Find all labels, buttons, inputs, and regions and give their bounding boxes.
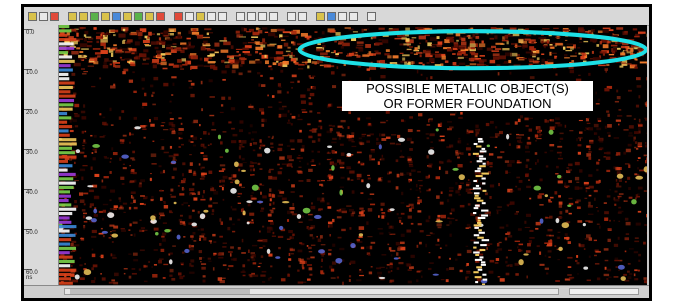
ruler-tick-label: 20.0 — [26, 110, 38, 116]
ruler-tick-label: 0.0 — [26, 30, 35, 36]
grid-icon[interactable] — [338, 11, 347, 21]
ruler-unit-label: ns — [26, 275, 33, 281]
view-icon-3[interactable] — [258, 11, 267, 21]
tool-icon-13[interactable] — [207, 11, 216, 21]
tool-icon-8[interactable] — [145, 11, 154, 21]
tool-icon-7[interactable] — [134, 11, 143, 21]
ruler-tick-label: 40.0 — [26, 190, 38, 196]
annotation-line-2: OR FORMER FOUNDATION — [383, 96, 552, 111]
save-icon[interactable] — [39, 11, 48, 21]
stop-icon[interactable] — [50, 11, 59, 21]
view-icon-4[interactable] — [269, 11, 278, 21]
gpr-viewer-window: 0.0 10.0 20.0 30.0 40.0 50.0 60.0 ns — [24, 7, 649, 298]
screenshot-frame: 0.0 10.0 20.0 30.0 40.0 50.0 60.0 ns — [21, 4, 652, 301]
depth-ruler: 0.0 10.0 20.0 30.0 40.0 50.0 60.0 ns — [24, 25, 59, 286]
radargram-plot — [59, 25, 647, 286]
view-icon-2[interactable] — [247, 11, 256, 21]
tool-icon-2[interactable] — [79, 11, 88, 21]
palette-icon[interactable] — [316, 11, 325, 21]
help-icon[interactable] — [367, 11, 376, 21]
annotation-line-1: POSSIBLE METALLIC OBJECT(S) — [366, 81, 569, 96]
tool-icon-9[interactable] — [156, 11, 165, 21]
tool-icon-11[interactable] — [185, 11, 194, 21]
ruler-tick-label: 50.0 — [26, 230, 38, 236]
tool-icon-3[interactable] — [90, 11, 99, 21]
status-field — [569, 288, 639, 295]
view-icon-1[interactable] — [236, 11, 245, 21]
tool-icon-6[interactable] — [123, 11, 132, 21]
annotation-label: POSSIBLE METALLIC OBJECT(S) OR FORMER FO… — [342, 81, 593, 111]
toolbar — [24, 7, 649, 26]
tool-icon-1[interactable] — [68, 11, 77, 21]
scrollbar-thumb[interactable] — [70, 289, 250, 294]
view-icon-6[interactable] — [298, 11, 307, 21]
tool-icon-10[interactable] — [174, 11, 183, 21]
open-icon[interactable] — [28, 11, 37, 21]
tool-icon-14[interactable] — [218, 11, 227, 21]
horizontal-scrollbar[interactable] — [64, 288, 559, 295]
tool-icon-5[interactable] — [112, 11, 121, 21]
zoom-icon[interactable] — [327, 11, 336, 21]
view-icon-5[interactable] — [287, 11, 296, 21]
tool-icon-4[interactable] — [101, 11, 110, 21]
radargram-image — [59, 25, 647, 286]
ruler-tick-label: 30.0 — [26, 150, 38, 156]
status-bar — [24, 285, 649, 298]
settings-icon[interactable] — [349, 11, 358, 21]
tool-icon-12[interactable] — [196, 11, 205, 21]
ruler-tick-label: 10.0 — [26, 70, 38, 76]
